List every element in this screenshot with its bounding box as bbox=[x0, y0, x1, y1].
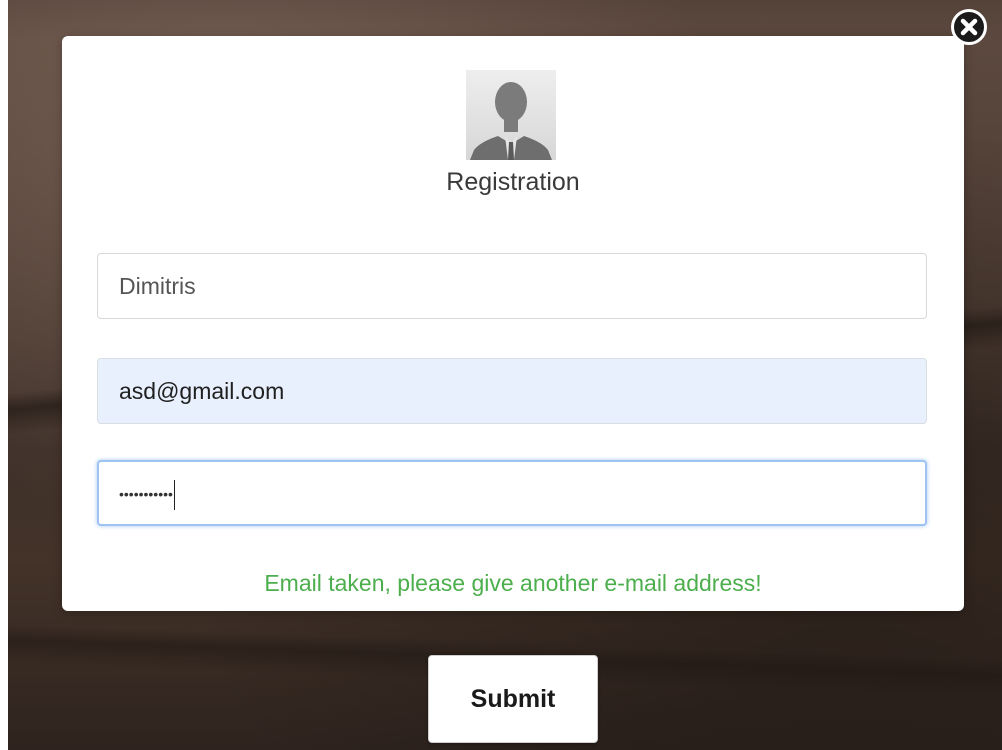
email-input[interactable]: asd@gmail.com bbox=[97, 358, 927, 424]
left-edge-strip bbox=[0, 0, 8, 750]
page-background: Registration Dimitris asd@gmail.com ••••… bbox=[0, 0, 1002, 750]
name-input-value: Dimitris bbox=[119, 273, 196, 299]
close-icon bbox=[960, 18, 978, 36]
text-caret bbox=[173, 479, 175, 510]
validation-message: Email taken, please give another e-mail … bbox=[264, 570, 762, 596]
registration-dialog: Registration Dimitris asd@gmail.com ••••… bbox=[62, 36, 964, 611]
dialog-title: Registration bbox=[446, 168, 580, 196]
password-input-value: ••••••••••• bbox=[119, 485, 173, 502]
submit-button[interactable]: Submit bbox=[428, 655, 598, 743]
close-button[interactable] bbox=[951, 9, 987, 45]
name-input[interactable]: Dimitris bbox=[97, 253, 927, 319]
user-silhouette-icon bbox=[466, 70, 556, 160]
password-input[interactable]: ••••••••••• bbox=[97, 460, 927, 526]
email-input-value: asd@gmail.com bbox=[119, 378, 285, 404]
